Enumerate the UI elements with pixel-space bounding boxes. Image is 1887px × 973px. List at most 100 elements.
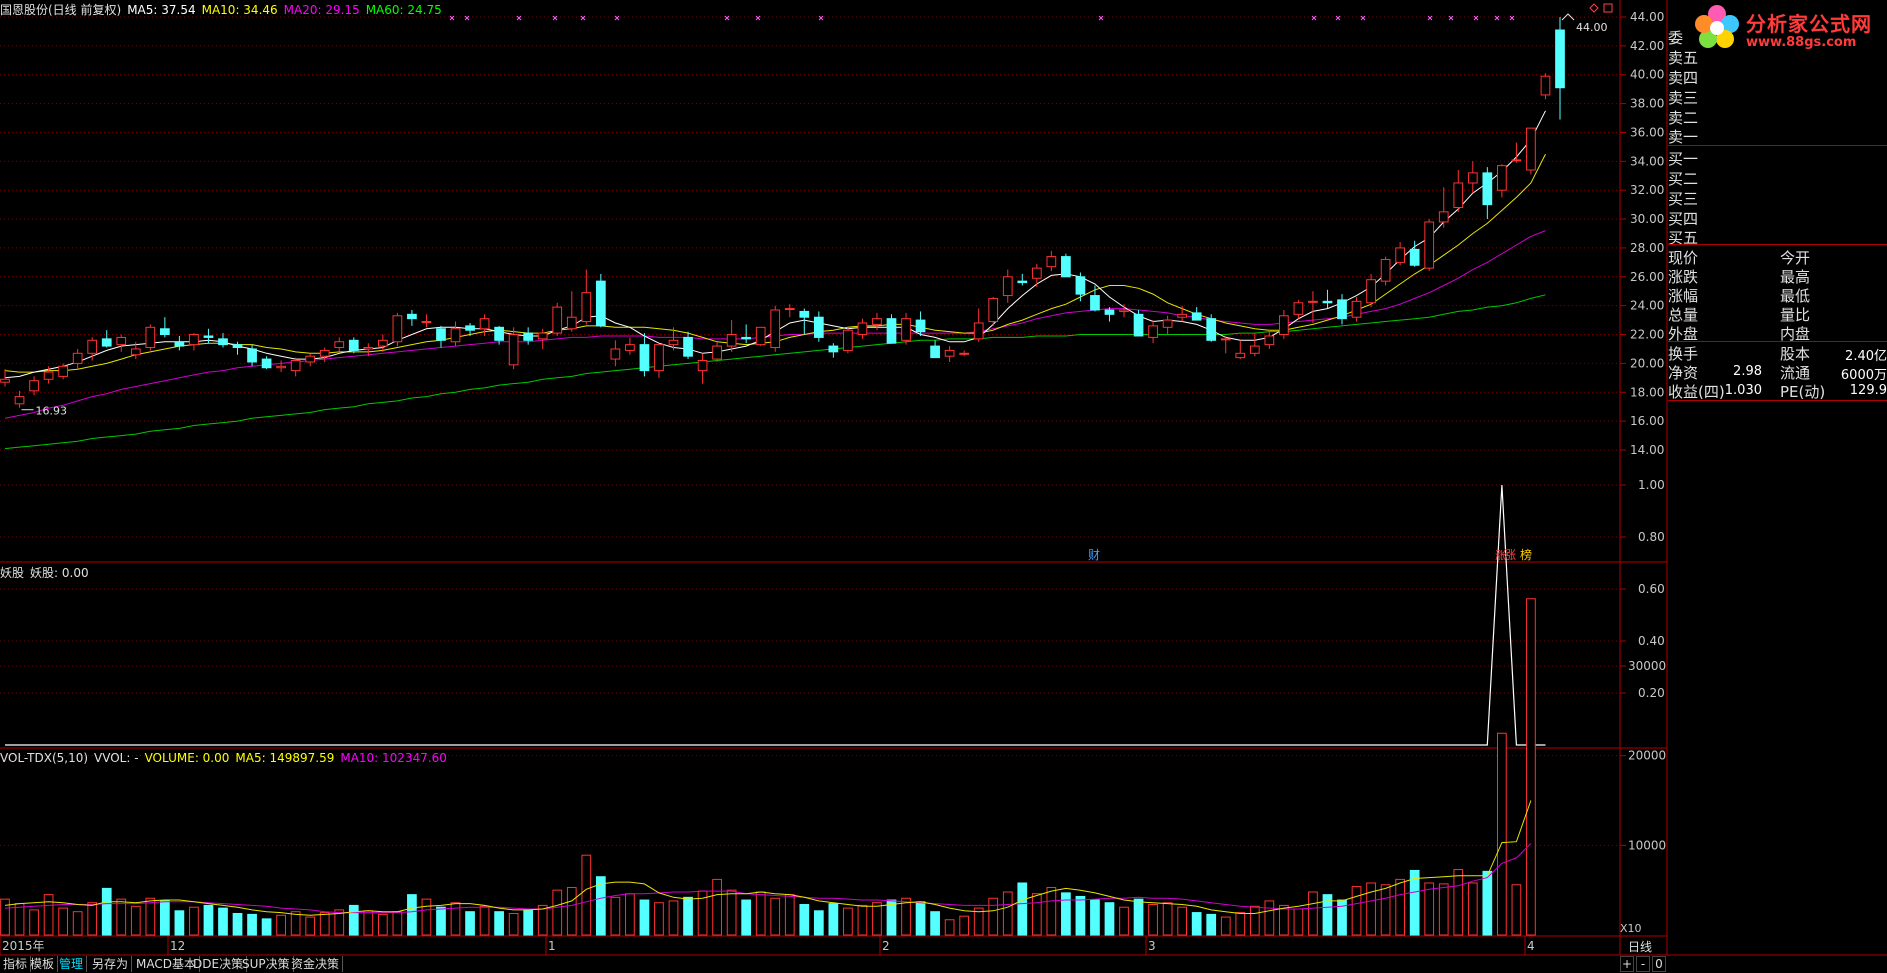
wei-label: 委 (1668, 29, 1684, 47)
buy3-label: 买三 (1668, 190, 1699, 208)
volume-bar-up (1279, 904, 1289, 936)
candle-body-up (290, 360, 301, 372)
candle-body-up (1351, 300, 1362, 318)
volume-bar-up (1526, 598, 1536, 936)
event-cross-marker (1311, 15, 1317, 21)
candle-body-down (523, 332, 534, 341)
quote-divider (1668, 244, 1887, 245)
buy4-label: 买四 (1668, 210, 1699, 228)
eps-value: 1.030 (1724, 383, 1762, 398)
candle-body-up (944, 349, 955, 357)
candle-body-down (465, 325, 475, 331)
volume-bar-up (843, 907, 853, 936)
grid-lines (0, 16, 1626, 955)
candle-body-up (29, 380, 39, 392)
candle-body-up (1540, 75, 1551, 96)
price-tick-label: 32.00 (1630, 183, 1664, 197)
candle-body-down (1555, 29, 1565, 89)
candle-body-down (683, 336, 693, 357)
volume-bar-down (101, 887, 112, 936)
candle-body-up (1002, 276, 1013, 297)
volume-bar-up (857, 904, 868, 936)
net-assets-value: 2.98 (1733, 364, 1762, 379)
candle-body-up (1249, 345, 1260, 354)
volume-bar-up (1395, 878, 1406, 936)
tab-sup[interactable]: SUP决策 (239, 956, 294, 972)
sell2-label: 卖二 (1668, 109, 1699, 127)
volume-series (0, 598, 1536, 936)
candle-body-down (407, 313, 417, 320)
candle-body-up (784, 308, 795, 311)
candle-body-up (1380, 258, 1391, 282)
candle-body-up (87, 339, 98, 354)
open-label: 今开 (1780, 249, 1811, 267)
volume-legend: VOLUME: 0.00 (144, 751, 230, 765)
volume-panel-header: VOL-TDX(5,10) VVOL: - VOLUME: 0.00 MA5: 149… (0, 751, 453, 765)
candle-body-up (1046, 256, 1057, 268)
candle-body-down (930, 345, 940, 359)
price-tick-label: 22.00 (1630, 328, 1664, 342)
vol-ma10-legend: MA10: 102347.60 (340, 751, 447, 765)
volume-tick-label: 30000 (1628, 659, 1666, 673)
candle-body-up (755, 326, 766, 346)
volume-bar-up (1220, 916, 1231, 936)
tab-template[interactable]: 模板 (27, 956, 59, 972)
candle-body-down (1017, 280, 1028, 284)
high-price-label: 44.00 (1576, 21, 1608, 34)
candle-body-up (319, 349, 330, 357)
volume-bar-down (1061, 892, 1071, 936)
volume-bar-down (1090, 899, 1100, 936)
volume-bar-up (988, 897, 999, 936)
candle-body-up (1220, 338, 1231, 341)
volume-bar-up (1002, 891, 1013, 936)
event-cross-marker (1448, 15, 1454, 21)
volume-bar-down (1075, 895, 1086, 936)
volume-bar-up (755, 891, 766, 936)
volume-bar-up (1380, 884, 1391, 936)
finance-event-marker: 财 (1088, 548, 1100, 562)
volume-bar-down (1409, 869, 1420, 936)
quote-divider (1668, 341, 1887, 342)
tab-funds[interactable]: 资金决策 (288, 956, 344, 972)
candle-body-up (1177, 313, 1188, 318)
indicator-value: 妖股: 0.00 (30, 566, 89, 580)
volume-bar-down (523, 909, 534, 936)
candle-body-up (1438, 211, 1449, 223)
candle-body-up (363, 347, 374, 350)
price-tick-label: 20.00 (1630, 356, 1664, 370)
tab-save-as[interactable]: 另存为 (89, 956, 133, 972)
volume-bar-up (276, 914, 286, 936)
volume-bar-up (508, 912, 519, 936)
tab-manage[interactable]: 管理 (56, 956, 88, 972)
volume-bar-up (537, 904, 548, 936)
chart-canvas[interactable]: 44.00 42.00 40.00 38.00 36.00 34.00 32.00 30.00… (0, 0, 1887, 973)
stock-chart-window: 44.00 42.00 40.00 38.00 36.00 34.00 32.00 30.00… (0, 0, 1887, 973)
date-tick-label: 2 (882, 939, 890, 953)
candle-body-down (813, 316, 824, 338)
volume-bar-up (726, 889, 737, 936)
net-assets-label: 净资 (1668, 364, 1699, 382)
price-tick-label: 36.00 (1630, 125, 1664, 139)
candle-body-up (654, 344, 664, 372)
date-tick-label: 12 (170, 939, 185, 953)
candle-body-up (1235, 352, 1246, 359)
event-cross-marker (1427, 15, 1433, 21)
candle-body-up (1293, 302, 1304, 315)
candle-body-up (508, 334, 519, 366)
candle-body-down (1337, 299, 1347, 320)
volume-bar-up (1424, 882, 1435, 936)
volume-bar-up (479, 905, 490, 936)
volume-bar-down (160, 900, 170, 936)
candle-body-down (1409, 248, 1420, 266)
candlestick-series (0, 17, 1565, 408)
volume-bar-down (436, 906, 446, 936)
candle-body-up (0, 378, 10, 383)
candle-body-up (1467, 172, 1478, 184)
volume-tick-label: 10000 (1628, 838, 1666, 852)
candle-body-up (1424, 221, 1435, 269)
candle-body-down (1191, 312, 1202, 321)
pe-label: PE(动) (1780, 383, 1826, 401)
period-label[interactable]: 日线 (1628, 938, 1652, 955)
candle-body-up (14, 396, 25, 405)
volume-bar-up (566, 886, 577, 936)
